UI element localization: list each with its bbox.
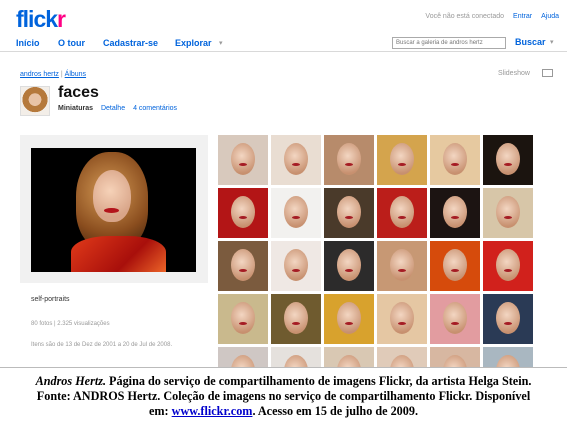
photo-thumbnail[interactable] bbox=[430, 188, 480, 238]
search-chevron-down-icon[interactable]: ▾ bbox=[550, 38, 554, 46]
photo-thumbnail[interactable] bbox=[377, 241, 427, 291]
set-stats: 80 fotos | 2.325 visualizações bbox=[31, 321, 110, 327]
comments-link[interactable]: 4 comentários bbox=[133, 105, 177, 112]
photo-thumbnail[interactable] bbox=[324, 188, 374, 238]
nav-home[interactable]: Início bbox=[16, 38, 40, 48]
photo-thumbnail[interactable] bbox=[483, 347, 533, 367]
sign-in-link[interactable]: Entrar bbox=[513, 13, 532, 20]
flickr-logo[interactable]: flickr bbox=[16, 6, 66, 33]
browser-screenshot: flickr Você não está conectado Entrar Aj… bbox=[0, 0, 567, 368]
photo-thumbnail[interactable] bbox=[324, 241, 374, 291]
photo-thumbnail[interactable] bbox=[430, 241, 480, 291]
breadcrumb-albums-link[interactable]: Álbuns bbox=[65, 71, 86, 78]
photo-thumbnail[interactable] bbox=[377, 135, 427, 185]
photo-thumbnail[interactable] bbox=[218, 294, 268, 344]
photo-thumbnail[interactable] bbox=[377, 188, 427, 238]
nav-signup[interactable]: Cadastrar-se bbox=[103, 38, 158, 48]
top-links: Você não está conectado Entrar Ajuda bbox=[425, 13, 559, 20]
nav-explore[interactable]: Explorar bbox=[175, 38, 212, 48]
set-title: faces bbox=[58, 84, 99, 101]
search-input[interactable]: Buscar a galeria de andros hertz bbox=[392, 37, 506, 49]
slideshow-icon[interactable] bbox=[542, 69, 553, 77]
photo-thumbnail[interactable] bbox=[271, 347, 321, 367]
photo-thumbnail[interactable] bbox=[271, 294, 321, 344]
search-button[interactable]: Buscar bbox=[515, 37, 546, 47]
photo-thumbnail[interactable] bbox=[271, 241, 321, 291]
thumbnail-grid bbox=[218, 135, 534, 367]
breadcrumb: andros hertz | Álbuns bbox=[20, 71, 87, 78]
photo-thumbnail[interactable] bbox=[218, 241, 268, 291]
photo-thumbnail[interactable] bbox=[483, 188, 533, 238]
photo-thumbnail[interactable] bbox=[324, 135, 374, 185]
photo-thumbnail[interactable] bbox=[483, 294, 533, 344]
photo-thumbnail[interactable] bbox=[324, 294, 374, 344]
photo-thumbnail[interactable] bbox=[271, 188, 321, 238]
breadcrumb-user-link[interactable]: andros hertz bbox=[20, 71, 59, 78]
caption-url-link[interactable]: www.flickr.com bbox=[172, 404, 253, 418]
photo-thumbnail[interactable] bbox=[218, 347, 268, 367]
set-description: self-portraits bbox=[31, 296, 70, 303]
set-dates: Itens são de 13 de Dez de 2001 a 20 de J… bbox=[31, 342, 173, 348]
explore-chevron-down-icon[interactable]: ▾ bbox=[219, 39, 223, 47]
set-avatar[interactable] bbox=[20, 86, 50, 116]
photo-thumbnail[interactable] bbox=[377, 294, 427, 344]
nav-tour[interactable]: O tour bbox=[58, 38, 85, 48]
photo-thumbnail[interactable] bbox=[430, 347, 480, 367]
slideshow-link[interactable]: Slideshow bbox=[498, 70, 530, 77]
view-detail[interactable]: Detalhe bbox=[101, 105, 125, 112]
photo-thumbnail[interactable] bbox=[430, 135, 480, 185]
help-link[interactable]: Ajuda bbox=[541, 13, 559, 20]
view-switcher: Miniaturas Detalhe 4 comentários bbox=[58, 105, 177, 112]
photo-thumbnail[interactable] bbox=[271, 135, 321, 185]
photo-thumbnail[interactable] bbox=[218, 188, 268, 238]
set-cover-photo[interactable] bbox=[31, 148, 196, 272]
photo-thumbnail[interactable] bbox=[430, 294, 480, 344]
caption-author: Andros Hertz. bbox=[35, 374, 106, 388]
photo-thumbnail[interactable] bbox=[483, 135, 533, 185]
photo-thumbnail[interactable] bbox=[377, 347, 427, 367]
photo-thumbnail[interactable] bbox=[483, 241, 533, 291]
login-status-text: Você não está conectado bbox=[425, 13, 505, 20]
photo-thumbnail[interactable] bbox=[324, 347, 374, 367]
figure-caption: Andros Hertz. Página do serviço de compa… bbox=[35, 374, 532, 418]
photo-thumbnail[interactable] bbox=[218, 135, 268, 185]
view-thumbnails[interactable]: Miniaturas bbox=[58, 105, 93, 112]
